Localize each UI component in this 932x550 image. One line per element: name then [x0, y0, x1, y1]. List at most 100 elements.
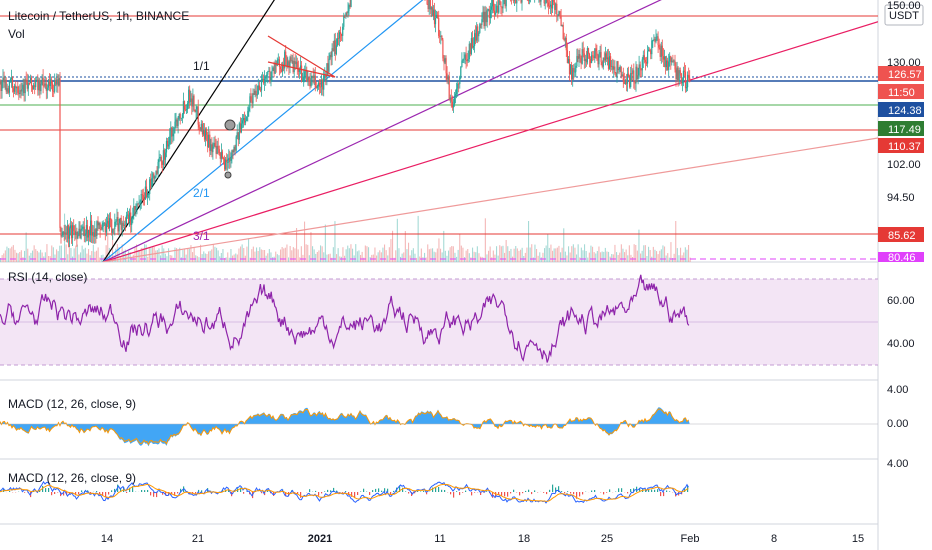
volume-bar — [683, 252, 685, 262]
volume-bar — [94, 251, 96, 262]
macd-hist-bar — [528, 489, 530, 492]
candle-body — [686, 87, 688, 89]
candle-body — [329, 54, 331, 59]
volume-bar — [364, 245, 366, 262]
gann-fan[interactable] — [102, 0, 878, 262]
volume-bar — [598, 246, 600, 262]
rsi-title[interactable]: RSI (14, close) — [8, 270, 87, 284]
candle-body — [452, 104, 455, 108]
macd-hist-bar — [591, 490, 593, 492]
macd-hist-bar — [453, 492, 455, 498]
candle-body — [321, 79, 323, 87]
volume-bar — [532, 257, 534, 262]
volume-bar — [166, 256, 168, 262]
candle-body — [91, 220, 93, 236]
symbol-title[interactable]: Litecoin / TetherUS, 1h, BINANCE — [8, 9, 189, 23]
macd-histogram-pane[interactable] — [0, 407, 878, 447]
volume-bar — [337, 248, 339, 262]
candle-body — [633, 70, 635, 81]
volume-bar — [342, 247, 344, 262]
candle-body — [644, 60, 646, 62]
candle-body — [467, 59, 469, 62]
volume-bar — [686, 249, 688, 262]
macd2-title[interactable]: MACD (12, 26, close, 9) — [8, 471, 136, 485]
candle-body — [49, 79, 52, 86]
volume-bar — [420, 248, 422, 262]
candle-body — [301, 65, 303, 82]
candle-body — [567, 59, 569, 64]
volume-bar — [134, 247, 136, 262]
candle-body — [88, 229, 91, 236]
candle-body — [270, 77, 272, 82]
candlestick-series[interactable] — [0, 0, 691, 248]
volume-bar — [403, 252, 405, 262]
candle-body — [428, 0, 430, 9]
volume-bar — [678, 255, 680, 262]
volume-label[interactable]: Vol — [8, 27, 25, 41]
macd-hist-bar — [531, 492, 533, 495]
volume-bar — [209, 250, 211, 262]
volume-bar — [208, 251, 210, 262]
candle-body — [61, 235, 63, 237]
macd-hist-bar — [471, 492, 473, 496]
candle-body — [181, 114, 183, 118]
chart-canvas[interactable]: Litecoin / TetherUS, 1h, BINANCE Vol RSI… — [0, 0, 932, 550]
candle-body — [458, 83, 460, 85]
volume-bar — [652, 246, 654, 262]
candle-body — [119, 217, 121, 224]
macd-hist-bar — [450, 492, 452, 495]
candle-body — [318, 82, 321, 87]
volume-bar — [454, 252, 456, 262]
volume-bar — [380, 252, 382, 262]
candle-body — [152, 173, 154, 179]
macd-hist-bar — [57, 492, 59, 493]
volume-bar — [616, 252, 618, 262]
candle-body — [196, 106, 198, 110]
candle-body — [208, 134, 210, 148]
macd1-title[interactable]: MACD (12, 26, close, 9) — [8, 397, 136, 411]
candle-body — [63, 231, 65, 234]
price-axis[interactable]: USDT 150.00 130.00 102.00 94.50 126.57 1… — [878, 0, 924, 470]
volume-bar — [556, 247, 558, 262]
volume-bar — [246, 246, 248, 262]
candle-body — [19, 90, 21, 94]
volume-bar — [590, 245, 592, 262]
volume-bar — [132, 254, 134, 262]
volume-bar — [553, 248, 555, 262]
candle-body — [500, 1, 502, 7]
volume-bar — [276, 254, 278, 262]
candle-body — [328, 58, 330, 72]
candle-body — [645, 61, 648, 64]
macd-hist-bar — [456, 491, 458, 492]
candle-body — [311, 75, 313, 79]
price-badge: 11:50 — [878, 84, 924, 99]
candle-body — [451, 101, 453, 108]
volume-bar — [336, 254, 338, 262]
candle-body — [131, 218, 133, 225]
candle-body — [595, 48, 597, 52]
candle-body — [250, 96, 252, 101]
marker-dot — [224, 171, 232, 179]
candle-body — [334, 40, 336, 55]
candle-body — [687, 74, 689, 88]
candle-body — [80, 229, 82, 239]
candle-body — [463, 58, 465, 60]
volume-bar — [467, 249, 469, 262]
volume-bar — [323, 252, 325, 262]
candle-body — [133, 206, 135, 216]
time-axis[interactable]: 14 21 2021 11 18 25 Feb 8 15 — [101, 533, 864, 545]
volume-bar — [278, 255, 280, 262]
volume-bar — [240, 246, 242, 262]
volume-bar — [299, 257, 301, 262]
volume-bar — [281, 247, 283, 262]
candle-body — [544, 2, 546, 4]
candle-body — [547, 2, 549, 6]
candle-body — [490, 6, 492, 10]
volume-bar — [38, 252, 40, 262]
candle-body — [141, 194, 143, 195]
volume-bar — [182, 249, 184, 262]
candle-body — [231, 150, 233, 159]
volume-bar — [568, 246, 570, 262]
volume-bar — [86, 253, 88, 262]
trend-drawings[interactable] — [224, 35, 336, 179]
